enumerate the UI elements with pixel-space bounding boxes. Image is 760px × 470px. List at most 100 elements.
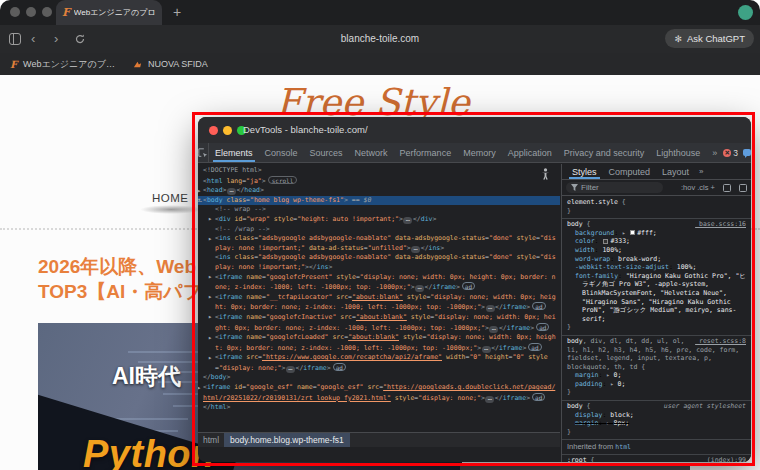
pseudo-icon[interactable]	[723, 184, 731, 192]
more-tabs-icon[interactable]: »	[706, 143, 723, 162]
styles-filter-input[interactable]: Filter	[566, 182, 663, 193]
nav-home-link[interactable]: HOME	[152, 192, 189, 204]
dom-tree-node[interactable]: ▸<iframe name="googlefcInactive" src="ab…	[198, 313, 560, 333]
stylesheet-source-link[interactable]: _base.scss:16	[695, 220, 746, 229]
style-rule[interactable]: _reset.scss:8body, div, dl, dt, dd, ul, …	[562, 336, 751, 401]
code-token: div	[421, 215, 433, 223]
stylesheet-source-link[interactable]: (index):99	[707, 456, 746, 462]
devtools-close-button[interactable]	[209, 126, 218, 135]
collapsed-content-button[interactable]: …	[486, 305, 495, 312]
devtools-minimize-button[interactable]	[223, 126, 232, 135]
css-property[interactable]: font-family: "Hiragino Kaku Gothic Pro",…	[567, 272, 746, 324]
dom-tree-node[interactable]: <html lang="ja">scroll	[198, 176, 560, 187]
dom-tree-node[interactable]: ▸<ins class="adsbygoogle adsbygoogle-noa…	[198, 234, 560, 253]
devtools-tab-memory[interactable]: Memory	[457, 143, 502, 162]
profile-avatar[interactable]	[738, 5, 753, 20]
css-property[interactable]: padding: ▸ 0;	[567, 380, 746, 389]
collapsed-content-button[interactable]: …	[227, 188, 236, 195]
dom-tree-node[interactable]: ▸<iframe name="__tcfapiLocator" src="abo…	[198, 293, 560, 313]
expand-arrow-icon[interactable]: ▸	[208, 313, 212, 323]
expand-value-arrow[interactable]: ▸	[622, 229, 629, 236]
expand-arrow-icon[interactable]: ▸	[208, 334, 212, 344]
dom-tree-node[interactable]: …▾<body class="home blog wp-theme-fs1"> …	[198, 196, 560, 206]
inspect-element-button[interactable]	[198, 143, 209, 162]
window-minimize-button[interactable]	[26, 7, 36, 17]
expand-arrow-icon[interactable]: ▸	[198, 384, 201, 394]
expand-arrow-icon[interactable]: ▸	[208, 293, 212, 303]
devtools-tab-application[interactable]: Application	[502, 143, 558, 162]
dom-tree-node[interactable]: ▸<iframe id="google_esf" name="google_es…	[198, 383, 560, 403]
collapsed-content-button[interactable]: …	[411, 246, 420, 253]
css-property[interactable]: margin: ▸ 8px;	[567, 419, 746, 428]
collapsed-content-button[interactable]: …	[415, 285, 424, 292]
collapsed-content-button[interactable]: …	[482, 346, 491, 353]
console-error-badge[interactable]: ✕3	[723, 148, 738, 158]
new-tab-button[interactable]: +	[168, 3, 186, 21]
collapsed-content-button[interactable]: …	[403, 217, 412, 224]
styles-tab-computed[interactable]: Computed	[603, 164, 657, 179]
collapsed-content-button[interactable]: …	[286, 366, 295, 373]
more-sidebar-tabs-icon[interactable]: »	[695, 164, 707, 179]
styles-tab-layout[interactable]: Layout	[656, 164, 695, 179]
dom-tree-node[interactable]: <!-- wrap -->	[198, 205, 560, 215]
expand-arrow-icon[interactable]: ▸	[208, 273, 212, 283]
style-rule[interactable]: element.style {}	[562, 197, 751, 219]
expand-arrow-icon[interactable]: ▸	[208, 354, 212, 364]
expand-value-arrow[interactable]: ▸	[606, 371, 613, 378]
breadcrumb-body[interactable]: body.home.blog.wp-theme-fs1	[224, 433, 350, 447]
inherited-node-link[interactable]: html	[615, 443, 631, 451]
devtools-tab-elements[interactable]: Elements	[209, 143, 259, 162]
bookmark-item[interactable]: NUOVA SFIDA	[133, 59, 208, 69]
style-rule[interactable]: (index):99:root {--wp--preset--aspect-ra…	[562, 455, 751, 462]
style-rule[interactable]: _base.scss:16body {background: ▸ #fff;co…	[562, 219, 751, 336]
devtools-tab-lighthouse[interactable]: Lighthouse	[650, 143, 706, 162]
collapsed-content-button[interactable]: …	[485, 396, 494, 403]
css-property[interactable]: background: ▸ #fff;	[567, 229, 746, 238]
style-rule[interactable]: user agent stylesheetbody {display: bloc…	[562, 401, 751, 440]
dom-tree-node[interactable]: ▸<iframe src="https://www.google.com/rec…	[198, 353, 560, 373]
panel-toggle-icon[interactable]	[739, 184, 747, 192]
devtools-tab-sources[interactable]: Sources	[304, 143, 349, 162]
window-zoom-button[interactable]	[42, 7, 52, 17]
devtools-tab-network[interactable]: Network	[349, 143, 394, 162]
article-heading[interactable]: 2026年以降、WebTOP3【AI・高パフ	[38, 255, 202, 304]
dom-tree-node[interactable]: </html>	[198, 403, 560, 413]
css-property[interactable]: display: block;	[567, 411, 746, 420]
issues-badge[interactable]: 3	[743, 148, 751, 158]
collapsed-content-button[interactable]: …	[489, 326, 498, 333]
address-bar[interactable]: blanche-toile.com	[0, 25, 760, 53]
expand-value-arrow[interactable]: ▸	[606, 419, 613, 426]
devtools-tab-performance[interactable]: Performance	[394, 143, 458, 162]
code-token: >	[329, 263, 333, 271]
dom-tree-node[interactable]: <!-- /wrap -->	[198, 225, 560, 235]
dom-tree-node[interactable]: </body>	[198, 373, 560, 383]
dom-tree-node[interactable]: ▸<div id="wrap" style="height: auto !imp…	[198, 215, 560, 225]
bookmark-item[interactable]: F Webエンジニアのブ…	[10, 58, 115, 71]
css-property[interactable]: word-wrap: break-word;	[567, 255, 746, 264]
dom-tree-node[interactable]: ▸<iframe name="googlefcPresent" style="d…	[198, 273, 560, 293]
dom-tree-node[interactable]: <!DOCTYPE html>	[198, 166, 560, 176]
expand-arrow-icon[interactable]: ▸	[208, 235, 212, 245]
css-property[interactable]: margin: ▸ 0;	[567, 371, 746, 380]
code-token: >	[411, 283, 415, 291]
color-swatch[interactable]	[603, 239, 608, 244]
styles-tab-styles[interactable]: Styles	[566, 164, 603, 179]
css-property[interactable]: color: #333;	[567, 237, 746, 246]
hov-cls-toggles[interactable]: :hov .cls +	[681, 183, 715, 192]
dom-tree-node[interactable]: <ins class="adsbygoogle adsbygoogle-noab…	[198, 253, 560, 272]
ask-chatgpt-button[interactable]: ✻ Ask ChatGPT	[665, 29, 754, 48]
css-property[interactable]: width: 100%;	[567, 246, 746, 255]
devtools-tab-console[interactable]: Console	[259, 143, 304, 162]
stylesheet-source-link[interactable]: user agent stylesheet	[664, 402, 746, 411]
devtools-tab-privacy-and-security[interactable]: Privacy and security	[558, 143, 651, 162]
property-value: 8px;	[614, 419, 630, 427]
dom-tree-node[interactable]: ▸<iframe name="googlefcLoaded" src="abou…	[198, 333, 560, 353]
code-token: "0"	[513, 353, 525, 361]
dom-tree-node[interactable]: ▸<head>…</head>	[198, 186, 560, 196]
breadcrumb-html[interactable]: html	[198, 435, 224, 445]
css-property[interactable]: -webkit-text-size-adjust: 100%;	[567, 263, 746, 272]
color-swatch[interactable]	[630, 230, 635, 235]
window-close-button[interactable]	[10, 7, 20, 17]
stylesheet-source-link[interactable]: _reset.scss:8	[695, 337, 746, 346]
browser-tab[interactable]: F Webエンジニアのプロ	[56, 0, 162, 25]
